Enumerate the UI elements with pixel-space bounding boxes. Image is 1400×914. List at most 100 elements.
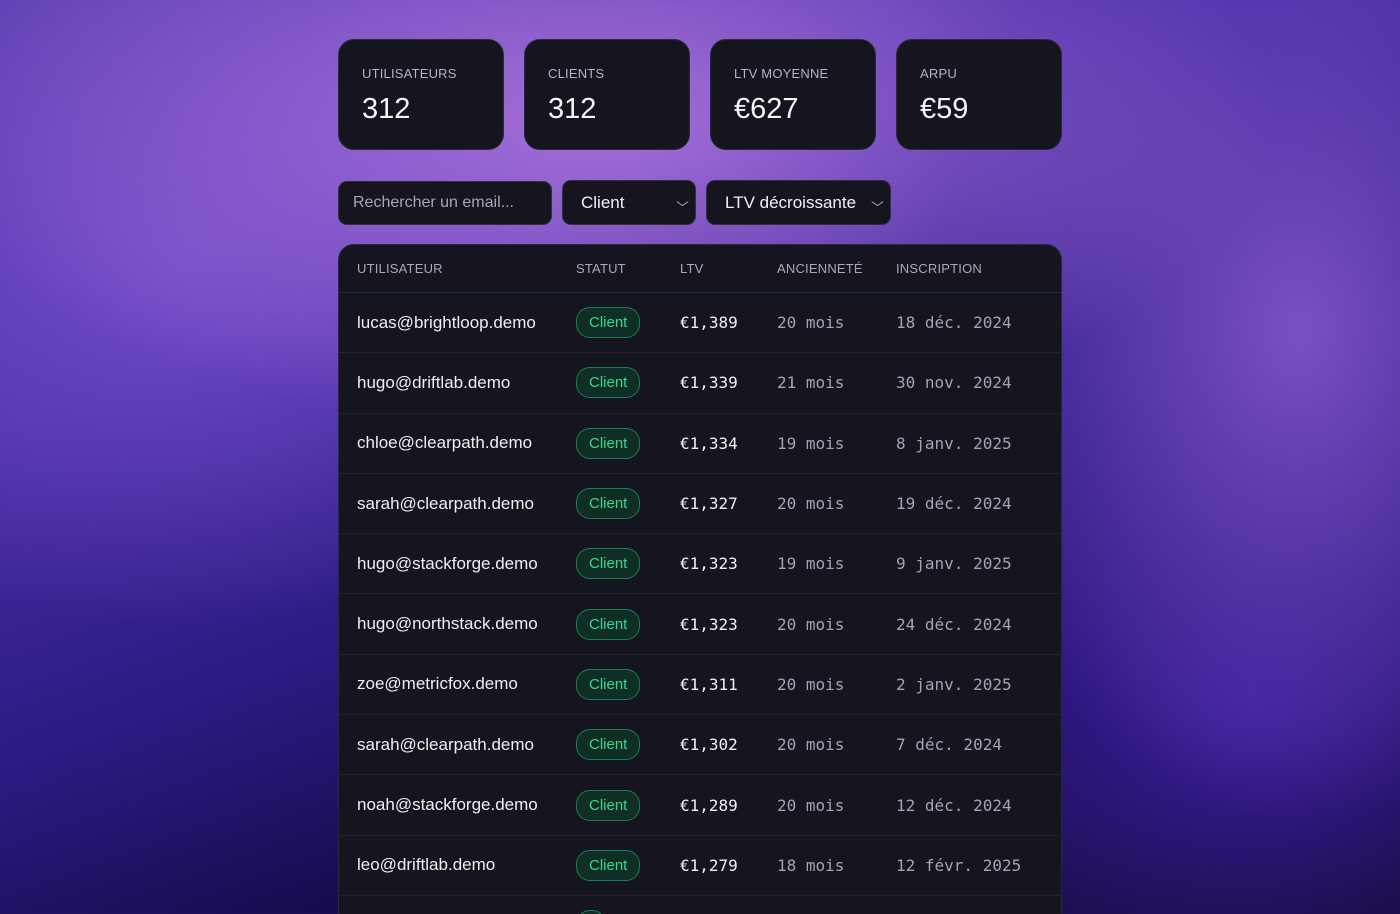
user-email: sarah@clearpath.demo <box>357 493 534 513</box>
status-cell <box>576 910 680 914</box>
status-badge: Client <box>576 849 641 881</box>
column-header-ltv[interactable]: LTV <box>680 261 777 276</box>
ltv-value: €1,323 <box>680 554 738 574</box>
tenure-value: 18 mois <box>777 855 845 875</box>
status-cell: Client <box>576 789 680 821</box>
status-select-value: Client <box>581 192 625 212</box>
stat-value: 312 <box>362 93 411 125</box>
status-badge: Client <box>576 307 641 339</box>
stat-card-ltv: LTV MOYENNE €627 <box>710 39 876 150</box>
user-email: leo@driftlab.demo <box>357 855 496 875</box>
status-cell: Client <box>576 307 680 339</box>
ltv-value: €1,327 <box>680 494 738 514</box>
sort-select[interactable]: LTV décroissante ⌵ <box>706 180 891 225</box>
stat-label: UTILISATEURS <box>362 66 457 81</box>
status-badge: Client <box>576 548 641 580</box>
status-badge: Client <box>576 427 641 459</box>
status-badge: Client <box>576 668 641 700</box>
table-row[interactable]: noah@stackforge.demo Client €1,289 20 mo… <box>339 775 1061 836</box>
table-row[interactable] <box>339 896 1061 914</box>
tenure-value: 20 mois <box>777 313 845 333</box>
chevron-down-icon: ⌵ <box>676 195 689 209</box>
table-row[interactable]: zoe@metricfox.demo Client €1,311 20 mois… <box>339 655 1061 716</box>
table-row[interactable]: hugo@stackforge.demo Client €1,323 19 mo… <box>339 534 1061 595</box>
ltv-value: €1,289 <box>680 795 738 815</box>
table-row[interactable]: sarah@clearpath.demo Client €1,327 20 mo… <box>339 474 1061 535</box>
status-badge: Client <box>576 729 641 761</box>
status-cell: Client <box>576 488 680 520</box>
tenure-value: 20 mois <box>777 795 845 815</box>
chevron-down-icon: ⌵ <box>871 195 884 209</box>
status-badge <box>576 910 607 914</box>
status-cell: Client <box>576 849 680 881</box>
sort-select-value: LTV décroissante <box>725 192 857 212</box>
stat-card-users: UTILISATEURS 312 <box>338 39 504 150</box>
ltv-value: €1,279 <box>680 855 738 875</box>
user-email: sarah@clearpath.demo <box>357 734 534 754</box>
column-header-signup[interactable]: INSCRIPTION <box>896 261 1056 276</box>
users-table: UTILISATEUR STATUT LTV ANCIENNETÉ INSCRI… <box>338 244 1062 914</box>
stat-label: LTV MOYENNE <box>734 66 829 81</box>
status-badge: Client <box>576 789 641 821</box>
column-header-status[interactable]: STATUT <box>576 261 680 276</box>
ltv-value: €1,302 <box>680 735 738 755</box>
signup-date: 8 janv. 2025 <box>896 433 1012 453</box>
user-email: chloe@clearpath.demo <box>357 433 533 453</box>
stat-label: ARPU <box>920 66 957 81</box>
tenure-value: 20 mois <box>777 735 845 755</box>
status-badge: Client <box>576 367 641 399</box>
user-email: hugo@stackforge.demo <box>357 553 538 573</box>
user-email: noah@stackforge.demo <box>357 795 538 815</box>
tenure-value: 21 mois <box>777 373 845 393</box>
status-cell: Client <box>576 608 680 640</box>
stat-value: €627 <box>734 93 799 125</box>
user-email: hugo@northstack.demo <box>357 614 538 634</box>
column-header-age[interactable]: ANCIENNETÉ <box>777 261 896 276</box>
tenure-value: 19 mois <box>777 433 845 453</box>
stat-card-clients: CLIENTS 312 <box>524 39 690 150</box>
signup-date: 7 déc. 2024 <box>896 735 1002 755</box>
status-cell: Client <box>576 548 680 580</box>
stat-value: €59 <box>920 93 969 125</box>
ltv-value: €1,339 <box>680 373 738 393</box>
status-cell: Client <box>576 668 680 700</box>
signup-date: 18 déc. 2024 <box>896 313 1012 333</box>
status-badge: Client <box>576 488 641 520</box>
signup-date: 12 déc. 2024 <box>896 795 1012 815</box>
table-row[interactable]: chloe@clearpath.demo Client €1,334 19 mo… <box>339 414 1061 474</box>
signup-date: 9 janv. 2025 <box>896 554 1012 574</box>
filter-bar: Rechercher un email... Client ⌵ LTV décr… <box>338 180 891 225</box>
tenure-value: 20 mois <box>777 674 845 694</box>
user-email: zoe@metricfox.demo <box>357 674 518 694</box>
status-badge: Client <box>576 608 641 640</box>
tenure-value: 20 mois <box>777 494 845 514</box>
search-input[interactable]: Rechercher un email... <box>338 180 552 225</box>
stat-value: 312 <box>548 93 597 125</box>
status-select[interactable]: Client ⌵ <box>562 180 696 225</box>
ltv-value: €1,389 <box>680 313 738 333</box>
table-row[interactable]: leo@driftlab.demo Client €1,279 18 mois … <box>339 836 1061 896</box>
table-row[interactable]: hugo@driftlab.demo Client €1,339 21 mois… <box>339 353 1061 414</box>
column-header-user[interactable]: UTILISATEUR <box>339 261 576 276</box>
dashboard-page: UTILISATEURS 312 CLIENTS 312 LTV MOYENNE… <box>0 0 1400 914</box>
signup-date: 24 déc. 2024 <box>896 614 1012 634</box>
ltv-value: €1,323 <box>680 614 738 634</box>
stat-card-arpu: ARPU €59 <box>896 39 1062 150</box>
tenure-value: 20 mois <box>777 614 845 634</box>
tenure-value: 19 mois <box>777 554 845 574</box>
signup-date: 2 janv. 2025 <box>896 674 1012 694</box>
ltv-value: €1,334 <box>680 433 738 453</box>
table-header: UTILISATEUR STATUT LTV ANCIENNETÉ INSCRI… <box>339 245 1061 293</box>
stat-label: CLIENTS <box>548 66 605 81</box>
status-cell: Client <box>576 367 680 399</box>
status-cell: Client <box>576 427 680 459</box>
table-row[interactable]: lucas@brightloop.demo Client €1,389 20 m… <box>339 293 1061 354</box>
user-email: lucas@brightloop.demo <box>357 312 536 332</box>
ltv-value: €1,311 <box>680 674 738 694</box>
signup-date: 19 déc. 2024 <box>896 494 1012 514</box>
status-cell: Client <box>576 729 680 761</box>
search-placeholder: Rechercher un email... <box>353 193 514 211</box>
table-row[interactable]: sarah@clearpath.demo Client €1,302 20 mo… <box>339 715 1061 776</box>
signup-date: 30 nov. 2024 <box>896 373 1012 393</box>
table-row[interactable]: hugo@northstack.demo Client €1,323 20 mo… <box>339 594 1061 655</box>
